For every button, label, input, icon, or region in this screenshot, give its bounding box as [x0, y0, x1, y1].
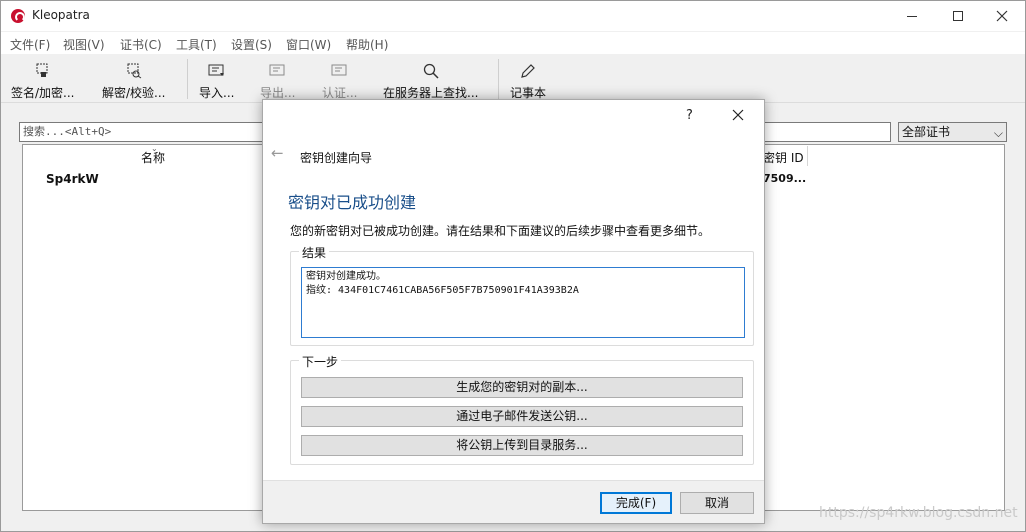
kleopatra-logo-icon: [11, 9, 25, 23]
back-arrow-icon[interactable]: ←: [271, 144, 284, 162]
certificate-filter-select[interactable]: 全部证书 ⌵: [898, 122, 1007, 142]
decrypt-verify-button[interactable]: 解密/校验...: [102, 59, 166, 101]
import-button[interactable]: 导入...: [199, 59, 234, 101]
menu-settings[interactable]: 设置(S): [231, 36, 272, 53]
close-icon: [996, 10, 1008, 22]
minimize-button[interactable]: [889, 1, 935, 31]
dialog-title-bar: ?: [263, 100, 764, 132]
key-creation-wizard-dialog: ? ← 密钥创建向导 密钥对已成功创建 您的新密钥对已被成功创建。请在结果和下面…: [262, 99, 765, 524]
results-group: 结果 密钥对创建成功。 指纹: 434F01C7461CABA56F505F7B…: [290, 244, 754, 346]
search-input-extension[interactable]: [764, 122, 891, 142]
app-title: Kleopatra: [32, 8, 90, 22]
pencil-icon: [519, 63, 537, 79]
upload-public-key-button[interactable]: 将公钥上传到目录服务...: [301, 435, 743, 456]
close-icon: [732, 109, 744, 121]
column-divider: [807, 146, 808, 166]
filter-selected-label: 全部证书: [902, 125, 951, 139]
maximize-button[interactable]: [935, 1, 981, 31]
watermark: https://sp4rkw.blog.csdn.net: [819, 505, 1018, 521]
menu-help[interactable]: 帮助(H): [346, 36, 388, 53]
certify-button[interactable]: 认证...: [322, 59, 357, 101]
cancel-button[interactable]: 取消: [680, 492, 754, 514]
help-button[interactable]: ?: [686, 108, 693, 123]
title-bar: Kleopatra: [1, 1, 1025, 31]
decrypt-verify-label: 解密/校验...: [102, 86, 166, 100]
send-public-key-email-button[interactable]: 通过电子邮件发送公钥...: [301, 406, 743, 427]
finish-button[interactable]: 完成(F): [600, 492, 672, 514]
results-group-label: 结果: [299, 244, 330, 261]
page-title: 密钥对已成功创建: [288, 193, 417, 212]
sign-encrypt-icon: [34, 63, 52, 79]
notepad-button[interactable]: 记事本: [510, 59, 546, 101]
column-header-name[interactable]: 名称: [141, 149, 165, 166]
menu-certificates[interactable]: 证书(C): [120, 36, 162, 53]
menu-file[interactable]: 文件(F): [10, 36, 50, 53]
toolbar-separator: [498, 59, 499, 99]
menu-window[interactable]: 窗口(W): [286, 36, 331, 53]
result-line: 密钥对创建成功。: [306, 271, 386, 282]
maximize-icon: [953, 11, 963, 21]
page-description: 您的新密钥对已被成功创建。请在结果和下面建议的后续步骤中查看更多细节。: [290, 224, 711, 238]
close-button[interactable]: [979, 1, 1025, 31]
lookup-on-server-button[interactable]: 在服务器上查找...: [383, 59, 478, 101]
import-label: 导入...: [199, 86, 235, 100]
toolbar-separator: [187, 59, 188, 99]
column-header-key-id[interactable]: 密钥 ID: [763, 149, 804, 166]
minimize-icon: [907, 15, 917, 17]
export-icon: [269, 63, 287, 79]
chevron-down-icon: ⌵: [993, 126, 1003, 140]
search-input[interactable]: 搜索...<Alt+Q>: [19, 122, 264, 142]
next-steps-group: 下一步 生成您的密钥对的副本... 通过电子邮件发送公钥... 将公钥上传到目录…: [290, 353, 754, 465]
next-steps-group-label: 下一步: [299, 353, 342, 370]
result-line: 指纹: 434F01C7461CABA56F505F7B750901F41A39…: [306, 285, 579, 296]
certify-icon: [331, 63, 349, 79]
export-button[interactable]: 导出...: [260, 59, 295, 101]
wizard-name: 密钥创建向导: [300, 151, 373, 165]
table-row-key-id[interactable]: 7509...: [763, 172, 806, 185]
menu-tools[interactable]: 工具(T): [176, 36, 217, 53]
dialog-close-button[interactable]: [732, 105, 744, 126]
search-icon: [422, 63, 440, 79]
menu-view[interactable]: 视图(V): [63, 36, 105, 53]
table-row-name[interactable]: Sp4rkW: [46, 172, 99, 186]
toolbar: 签名/加密... 解密/校验... 导入... 导出... 认证... 在服务器…: [1, 55, 1025, 103]
dialog-footer: 完成(F) 取消: [263, 480, 764, 523]
decrypt-verify-icon: [125, 63, 143, 79]
create-backup-button[interactable]: 生成您的密钥对的副本...: [301, 377, 743, 398]
sign-encrypt-button[interactable]: 签名/加密...: [11, 59, 75, 101]
sign-encrypt-label: 签名/加密...: [11, 86, 75, 100]
results-text-box[interactable]: 密钥对创建成功。 指纹: 434F01C7461CABA56F505F7B750…: [301, 267, 745, 338]
import-icon: [208, 63, 226, 79]
menu-bar: 文件(F) 视图(V) 证书(C) 工具(T) 设置(S) 窗口(W) 帮助(H…: [1, 32, 1025, 54]
